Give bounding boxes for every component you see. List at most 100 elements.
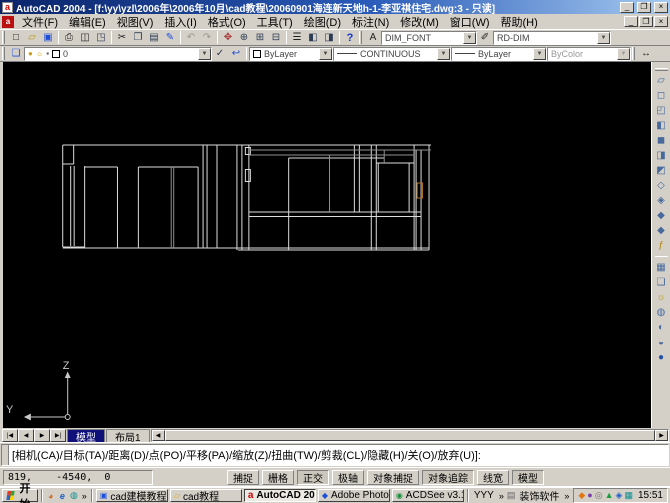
task-button-cad-tutorial-folder[interactable]: ▱ cad教程 <box>169 489 242 502</box>
tab-first-button[interactable]: |◀ <box>2 429 18 442</box>
tray-icon-2[interactable]: ● <box>587 491 592 500</box>
menu-window[interactable]: 窗口(W) <box>445 13 495 31</box>
layer-freeze-sun-icon[interactable]: ☼ <box>36 49 43 58</box>
3d-wireframe-icon[interactable]: ◻ <box>653 88 669 103</box>
lineweight-combo[interactable]: ByLayer ▼ <box>451 46 547 61</box>
dropdown-arrow-icon[interactable]: ▼ <box>533 47 546 60</box>
menu-edit[interactable]: 编辑(E) <box>64 13 111 31</box>
text-style-icon[interactable]: A <box>365 31 381 45</box>
tab-next-button[interactable]: ▶ <box>34 429 50 442</box>
scenes-icon[interactable]: ❏ <box>653 275 669 290</box>
orbit-diamond-icon-3[interactable]: ◆ <box>653 208 669 223</box>
child-minimize-button[interactable]: _ <box>624 16 638 27</box>
menu-dimension[interactable]: 标注(N) <box>347 13 394 31</box>
linear-dimension-icon[interactable]: ↔ <box>638 47 654 61</box>
tray-icon-6[interactable]: ▦ <box>624 491 633 500</box>
fog-icon[interactable]: ● <box>653 350 669 365</box>
child-restore-button[interactable]: ❐ <box>639 16 653 27</box>
task-button-autocad[interactable]: a AutoCAD 200... <box>243 489 316 502</box>
orbit-diamond-icon-4[interactable]: ◆ <box>653 223 669 238</box>
orbit-diamond-icon-1[interactable]: ◇ <box>653 178 669 193</box>
scrollbar-thumb[interactable] <box>164 430 655 441</box>
save-icon[interactable]: ▣ <box>40 31 56 45</box>
pan-icon[interactable]: ✥ <box>220 31 236 45</box>
deco-toolbar-label[interactable]: 装饰软件 <box>517 488 561 503</box>
menu-insert[interactable]: 插入(I) <box>159 13 201 31</box>
open-icon[interactable]: ▱ <box>24 31 40 45</box>
dim-style-combo[interactable]: RD-DIM ▼ <box>493 30 611 45</box>
toggle-otrack[interactable]: 对象追踪 <box>422 469 474 485</box>
quicklaunch-icon-3[interactable]: ◍ <box>69 489 79 502</box>
scroll-left-icon[interactable]: ◀ <box>151 430 165 441</box>
paste-icon[interactable]: ▤ <box>146 31 162 45</box>
internet-explorer-icon[interactable]: e <box>58 489 68 502</box>
materials-icon[interactable]: ◍ <box>653 305 669 320</box>
drawing-area[interactable]: Z Y ▱ ◻ ◰ ◧ ◼ ◨ ◩ ◇ ◈ ◆ ◆ ƒ ▦ ❏ ☼ ◍ ◐ ◒ … <box>0 62 670 428</box>
zoom-window-icon[interactable]: ⊞ <box>252 31 268 45</box>
undo-icon[interactable]: ↶ <box>183 31 199 45</box>
child-close-button[interactable]: × <box>654 16 668 27</box>
dropdown-arrow-icon[interactable]: ▼ <box>198 47 211 60</box>
match-properties-icon[interactable]: ✎ <box>162 31 178 45</box>
flat-shaded-edges-icon[interactable]: ◨ <box>653 148 669 163</box>
layers-icon[interactable]: ❏ <box>8 47 24 61</box>
linetype-combo[interactable]: CONTINUOUS ▼ <box>333 46 451 61</box>
new-icon[interactable]: □ <box>8 31 24 45</box>
publish-icon[interactable]: ◳ <box>93 31 109 45</box>
copy-icon[interactable]: ❐ <box>130 31 146 45</box>
scroll-right-icon[interactable]: ▶ <box>655 430 668 441</box>
script-icon[interactable]: ƒ <box>653 238 669 253</box>
make-object-layer-current-icon[interactable]: ✓ <box>212 47 228 61</box>
tray-icon-5[interactable]: ◈ <box>616 491 623 500</box>
text-style-combo[interactable]: DIM_FONT ▼ <box>381 30 477 45</box>
menu-tools[interactable]: 工具(T) <box>252 13 298 31</box>
language-bar-label[interactable]: YYY <box>472 490 496 501</box>
toolbar-grip[interactable] <box>632 47 635 60</box>
redo-icon[interactable]: ↷ <box>199 31 215 45</box>
menu-modify[interactable]: 修改(M) <box>395 13 444 31</box>
toggle-ortho[interactable]: 正交 <box>297 469 329 485</box>
toolbar-grip[interactable] <box>2 47 5 60</box>
tool-palettes-icon[interactable]: ◨ <box>321 31 337 45</box>
flat-shaded-icon[interactable]: ◧ <box>653 118 669 133</box>
toggle-osnap[interactable]: 对象捕捉 <box>367 469 419 485</box>
tray-icon-4[interactable]: ▲ <box>605 491 614 500</box>
properties-icon[interactable]: ☰ <box>289 31 305 45</box>
tab-model[interactable]: 模型 <box>67 429 105 444</box>
gouraud-shaded-icon[interactable]: ◼ <box>653 133 669 148</box>
dim-style-icon[interactable]: ✐ <box>477 31 493 45</box>
toolbar-grip[interactable] <box>2 31 5 44</box>
toggle-polar[interactable]: 极轴 <box>332 469 364 485</box>
tray-icon-1[interactable]: ◆ <box>578 491 585 500</box>
designcenter-icon[interactable]: ◧ <box>305 31 321 45</box>
menu-view[interactable]: 视图(V) <box>112 13 159 31</box>
restore-button[interactable]: ❐ <box>637 1 651 13</box>
minimize-button[interactable]: _ <box>620 1 634 13</box>
menu-file[interactable]: 文件(F) <box>17 13 63 31</box>
layer-on-off-bulb-icon[interactable]: ● <box>28 49 33 58</box>
toggle-snap[interactable]: 捕捉 <box>227 469 259 485</box>
layer-previous-icon[interactable]: ↩ <box>228 47 244 61</box>
plot-icon[interactable]: ⎙ <box>61 31 77 45</box>
task-button-adobe-photoshop[interactable]: ◆ Adobe Photo... <box>317 489 390 502</box>
tray-icon-3[interactable]: ◎ <box>595 491 603 500</box>
toolbar-grip[interactable] <box>359 31 362 44</box>
task-button-cad-modeling-tutorial[interactable]: ▣ cad建模教程... <box>95 489 168 502</box>
deco-toolbar-chevron-icon[interactable]: » <box>563 491 570 501</box>
layer-lock-icon[interactable]: ▪ <box>46 49 49 58</box>
command-line[interactable]: [相机(CA)/目标(TA)/距离(D)/点(PO)/平移(PA)/缩放(Z)/… <box>1 444 669 466</box>
dropdown-arrow-icon[interactable]: ▼ <box>463 31 476 44</box>
toolbar-grip[interactable] <box>654 68 668 71</box>
dropdown-arrow-icon[interactable]: ▼ <box>319 47 332 60</box>
task-button-acdsee[interactable]: ◉ ACDSee v3.1... <box>391 489 464 502</box>
help-icon[interactable]: ? <box>342 31 358 45</box>
plot-preview-icon[interactable]: ◫ <box>77 31 93 45</box>
toggle-lineweight[interactable]: 线宽 <box>477 469 509 485</box>
language-bar-chevron-icon[interactable]: » <box>498 491 505 501</box>
close-button[interactable]: × <box>654 1 668 13</box>
zoom-realtime-icon[interactable]: ⊕ <box>236 31 252 45</box>
drawing-canvas[interactable]: Z Y <box>3 62 651 428</box>
gouraud-shaded-edges-icon[interactable]: ◩ <box>653 163 669 178</box>
tab-layout1[interactable]: 布局1 <box>106 429 150 444</box>
cut-icon[interactable]: ✂ <box>114 31 130 45</box>
